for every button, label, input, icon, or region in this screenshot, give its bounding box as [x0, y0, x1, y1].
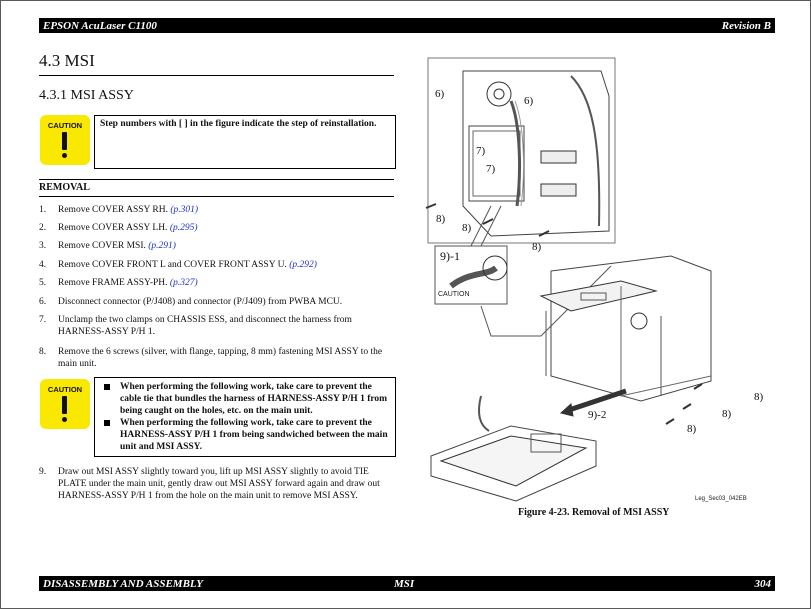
step-5: 5. Remove FRAME ASSY-PH. (p.327): [39, 277, 399, 289]
step-text: Draw out MSI ASSY slightly toward you, l…: [58, 467, 380, 501]
callout-step-7: 7): [486, 163, 496, 175]
exclamation-icon: [62, 396, 67, 414]
callout-step-6: 6): [524, 95, 534, 107]
callout-step-6: 6): [435, 88, 445, 100]
callout-step-8: 8): [754, 391, 764, 403]
step-text: Remove COVER ASSY LH.: [58, 223, 170, 233]
caution-icon: CAUTION: [40, 115, 90, 165]
callout-step-8: 8): [722, 408, 732, 420]
caution-icon-label: CAUTION: [47, 385, 83, 394]
exclamation-icon: [62, 132, 67, 150]
step-number: 9.: [39, 467, 47, 477]
header-bar: EPSON AcuLaser C1100 Revision B: [39, 18, 775, 33]
step-text: Unclamp the two clamps on CHASSIS ESS, a…: [58, 315, 352, 337]
step-text: Remove COVER FRONT L and COVER FRONT ASS…: [58, 260, 290, 270]
detail-view-frame: [427, 57, 616, 244]
page-link[interactable]: (p.292): [289, 260, 317, 270]
step-number: 2.: [39, 223, 47, 233]
figure-code: Leg_Sec03_042EB: [695, 496, 747, 502]
inset-caution-label: CAUTION: [438, 291, 470, 298]
step-number: 7.: [39, 315, 47, 325]
callout-step-9-1: 9)-1: [440, 249, 460, 263]
callout-step-8: 8): [687, 423, 697, 435]
revision-label: Revision B: [721, 19, 771, 32]
caution-bullet: When performing the following work, take…: [100, 417, 390, 453]
callout-step-9-2: 9)-2: [588, 409, 607, 421]
caution-note-box: Step numbers with [ ] in the figure indi…: [94, 115, 396, 169]
callout-step-7: 7): [476, 145, 486, 157]
exclamation-dot: [62, 417, 67, 422]
removal-heading: REMOVAL: [39, 179, 394, 197]
page-link[interactable]: (p.291): [148, 241, 176, 251]
callout-step-8: 8): [436, 213, 446, 225]
step-8: 8. Remove the 6 screws (silver, with fla…: [39, 346, 399, 370]
step-text: Remove the 6 screws (silver, with flange…: [58, 347, 383, 369]
step-9: 9. Draw out MSI ASSY slightly toward you…: [39, 466, 399, 502]
step-1: 1. Remove COVER ASSY RH. (p.301): [39, 204, 399, 216]
footer-section-label: MSI: [394, 577, 415, 590]
step-7: 7. Unclamp the two clamps on CHASSIS ESS…: [39, 314, 399, 338]
caution-note-text: Step numbers with [ ] in the figure indi…: [100, 119, 377, 129]
step-2: 2. Remove COVER ASSY LH. (p.295): [39, 222, 399, 234]
caution-bullet-text: When performing the following work, take…: [120, 382, 388, 416]
caution-bullets-box: When performing the following work, take…: [94, 377, 396, 457]
step-number: 1.: [39, 205, 47, 215]
section-heading: 4.3 MSI: [39, 51, 394, 76]
figure-caption: Figure 4-23. Removal of MSI ASSY: [518, 507, 670, 518]
callout-step-8: 8): [462, 222, 472, 234]
caution-icon: CAUTION: [40, 379, 90, 429]
bullet-square-icon: [104, 384, 110, 390]
page-number: 304: [754, 577, 772, 590]
exclamation-dot: [62, 153, 67, 158]
figure-msi-assy-removal: 6) 6) 7) 7) 8) 8) 8) 8) 8) 8) 9)-1 CAUTI…: [421, 56, 781, 526]
subsection-heading: 4.3.1 MSI ASSY: [39, 88, 134, 103]
step-number: 5.: [39, 278, 47, 288]
step-number: 6.: [39, 297, 47, 307]
step-3: 3. Remove COVER MSI. (p.291): [39, 240, 399, 252]
page-link[interactable]: (p.295): [170, 223, 198, 233]
footer-bar: DISASSEMBLY AND ASSEMBLY MSI 304: [39, 576, 775, 591]
caution-bullet: When performing the following work, take…: [100, 381, 390, 417]
step-text: Remove FRAME ASSY-PH.: [58, 278, 170, 288]
callout-step-8: 8): [532, 241, 542, 253]
chapter-label: DISASSEMBLY AND ASSEMBLY: [43, 577, 203, 590]
manual-title: EPSON AcuLaser C1100: [43, 19, 157, 32]
step-text: Remove COVER MSI.: [58, 241, 149, 251]
step-number: 4.: [39, 260, 47, 270]
step-number: 3.: [39, 241, 47, 251]
page-link[interactable]: (p.301): [170, 205, 198, 215]
step-4: 4. Remove COVER FRONT L and COVER FRONT …: [39, 259, 399, 271]
printer-illustration: [425, 57, 712, 502]
bullet-square-icon: [104, 420, 110, 426]
step-number: 8.: [39, 347, 47, 357]
page-link[interactable]: (p.327): [170, 278, 198, 288]
step-text: Remove COVER ASSY RH.: [58, 205, 171, 215]
caution-bullet-text: When performing the following work, take…: [120, 418, 388, 452]
step-6: 6. Disconnect connector (P/J408) and con…: [39, 296, 399, 308]
caution-icon-label: CAUTION: [47, 121, 83, 130]
step-text: Disconnect connector (P/J408) and connec…: [58, 297, 343, 307]
